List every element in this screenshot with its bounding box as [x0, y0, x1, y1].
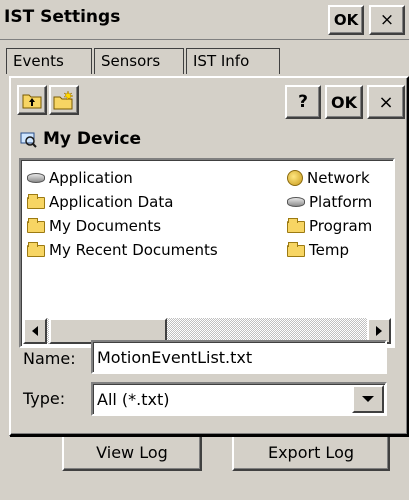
file-type-select[interactable]: All (*.txt): [91, 382, 387, 416]
ok-button[interactable]: OK: [328, 5, 364, 35]
folder-up-button[interactable]: [17, 85, 47, 115]
list-item[interactable]: Network: [287, 166, 393, 190]
tab-strip: Events Sensors IST Info: [6, 48, 406, 74]
name-label: Name:: [23, 349, 76, 368]
my-device-icon: [20, 132, 37, 148]
tab-ist-info[interactable]: IST Info: [186, 48, 280, 74]
list-item-label: Application Data: [49, 193, 174, 211]
tab-events[interactable]: Events: [6, 48, 92, 74]
drive-icon: [287, 197, 305, 207]
list-item[interactable]: Application: [27, 166, 277, 190]
type-label: Type:: [23, 389, 66, 408]
view-log-button[interactable]: View Log: [62, 433, 202, 471]
arrow-right-icon: [376, 326, 382, 336]
close-button[interactable]: ×: [369, 5, 405, 35]
arrow-left-icon: [32, 326, 38, 336]
new-folder-icon: [53, 90, 74, 110]
list-item-label: Platform: [309, 193, 373, 211]
drive-icon: [27, 173, 45, 183]
location-label: My Device: [43, 129, 142, 149]
list-item-label: My Documents: [49, 217, 162, 235]
list-item-label: My Recent Documents: [49, 241, 218, 259]
list-item-label: Temp: [309, 241, 349, 259]
list-item[interactable]: Program: [287, 214, 393, 238]
folder-icon: [27, 194, 45, 209]
folder-icon: [287, 242, 305, 257]
folder-icon: [287, 218, 305, 233]
folder-icon: [27, 218, 45, 233]
list-item-label: Network: [307, 169, 370, 187]
file-name-input[interactable]: [91, 340, 387, 374]
folder-up-icon: [22, 94, 42, 109]
file-list-column: Network Platform Program Temp: [287, 166, 393, 262]
list-item-label: Program: [309, 217, 373, 235]
help-button[interactable]: ?: [285, 85, 321, 119]
save-file-dialog: ? OK × My Device Application Application…: [9, 76, 409, 436]
export-log-button[interactable]: Export Log: [232, 433, 390, 471]
list-item[interactable]: Platform: [287, 190, 393, 214]
scroll-left-button[interactable]: [23, 318, 47, 344]
list-item-label: Application: [49, 169, 133, 187]
list-item[interactable]: My Documents: [27, 214, 277, 238]
file-list: Application Application Data My Document…: [19, 158, 395, 348]
dialog-close-button[interactable]: ×: [367, 85, 405, 119]
dropdown-button[interactable]: [352, 385, 384, 413]
folder-icon: [27, 242, 45, 257]
window-title: IST Settings: [4, 7, 121, 27]
new-folder-button[interactable]: [49, 85, 79, 115]
dialog-ok-button[interactable]: OK: [325, 85, 363, 119]
file-type-value: All (*.txt): [97, 390, 170, 409]
title-bar: IST Settings OK ×: [0, 0, 409, 40]
tab-sensors[interactable]: Sensors: [94, 48, 184, 74]
network-icon: [287, 170, 303, 186]
chevron-down-icon: [362, 396, 374, 402]
list-item[interactable]: My Recent Documents: [27, 238, 277, 262]
list-item[interactable]: Temp: [287, 238, 393, 262]
file-list-column: Application Application Data My Document…: [27, 166, 277, 262]
location-breadcrumb[interactable]: My Device: [19, 126, 319, 152]
list-item[interactable]: Application Data: [27, 190, 277, 214]
